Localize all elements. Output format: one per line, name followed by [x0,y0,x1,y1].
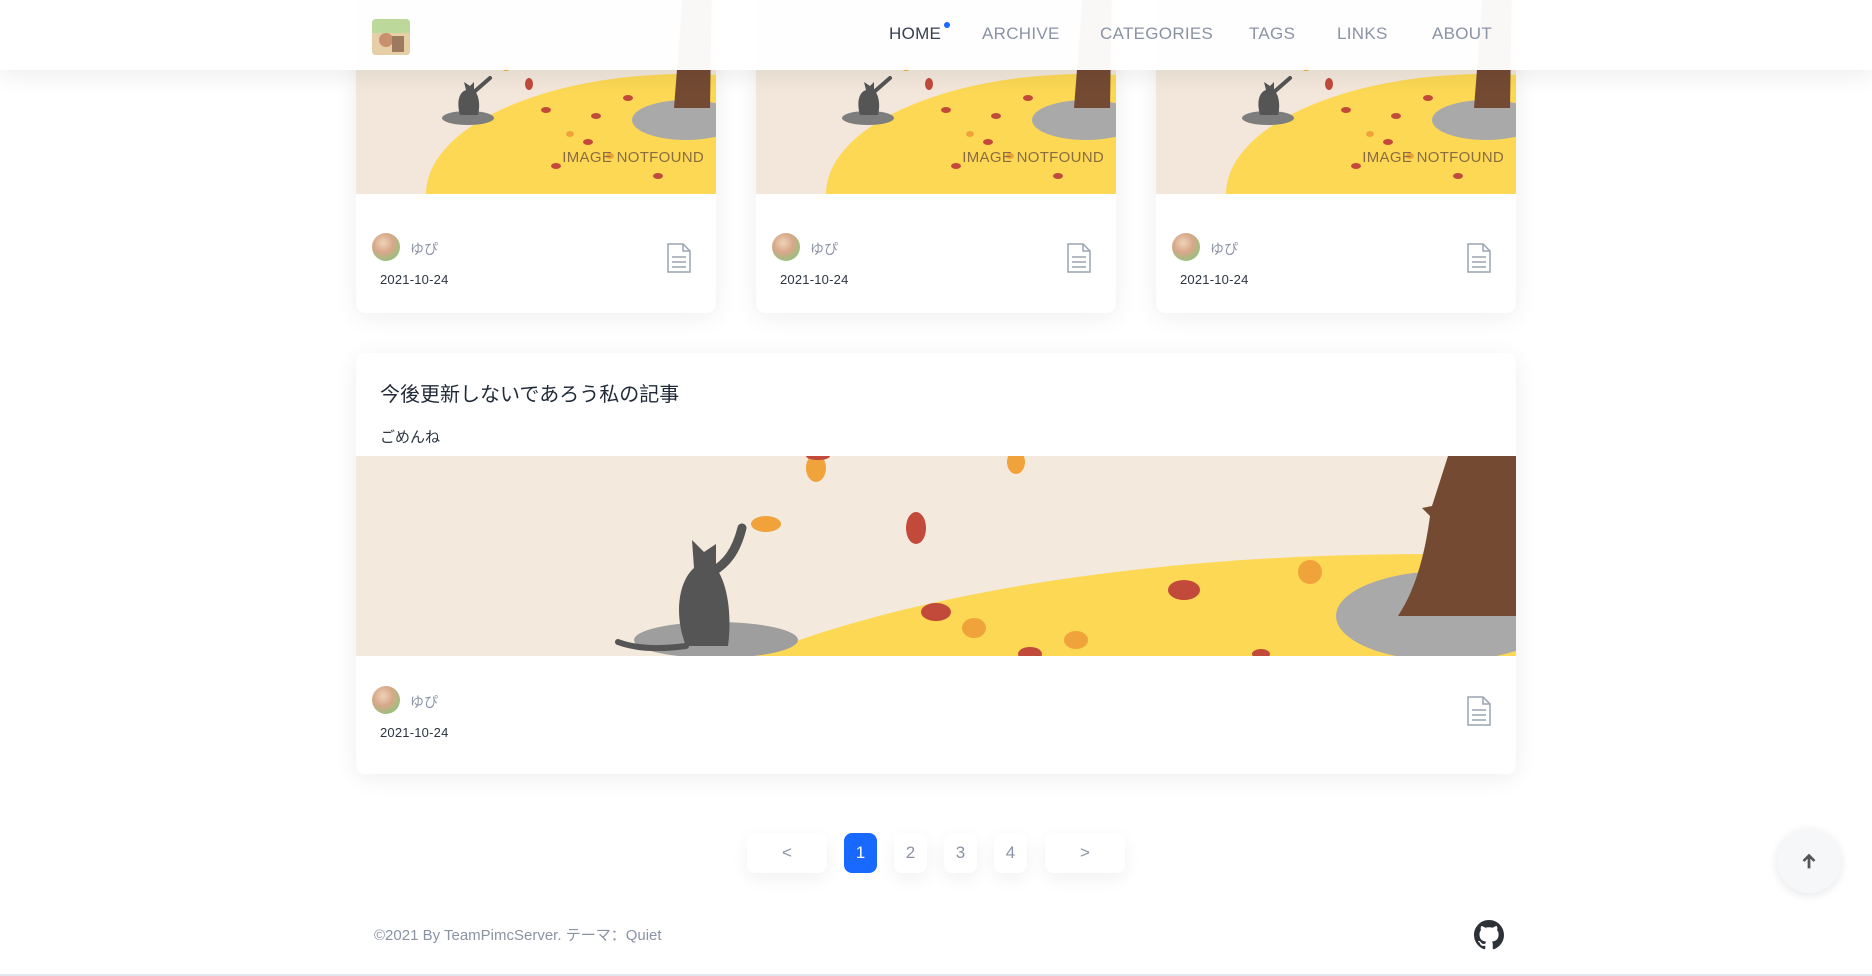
document-icon [1466,696,1492,726]
nav-about[interactable]: ABOUT [1432,24,1492,44]
author-avatar [372,233,400,261]
next-page-button[interactable]: > [1045,833,1125,873]
post-title[interactable]: 今後更新しないであろう私の記事 [380,378,679,407]
nav-categories[interactable]: CATEGORIES [1100,24,1213,44]
image-notfound-label: IMAGE NOTFOUND [1362,149,1504,166]
post-date: 2021-10-24 [380,725,449,740]
author-name[interactable]: ゆぴ [1210,239,1238,259]
site-logo[interactable] [372,19,410,55]
author-avatar [372,686,400,714]
nav-links[interactable]: LINKS [1337,24,1388,44]
footer-copyright: ©2021 By TeamPimcServer. テーマ：Quiet [374,927,662,944]
prev-page-button[interactable]: < [747,833,827,873]
arrow-up-icon [1802,853,1816,869]
nav-active-indicator [944,22,950,28]
nav-archive[interactable]: ARCHIVE [982,24,1060,44]
author-name[interactable]: ゆぴ [810,239,838,259]
document-icon [1466,243,1492,273]
page-2-button[interactable]: 2 [894,833,927,873]
author-name[interactable]: ゆぴ [410,692,438,712]
page-4-button[interactable]: 4 [994,833,1027,873]
nav-home[interactable]: HOME [889,24,941,44]
page-1-button[interactable]: 1 [844,833,877,873]
site-header: HOME ARCHIVE CATEGORIES TAGS LINKS ABOUT [0,0,1872,70]
page-3-button[interactable]: 3 [944,833,977,873]
post-cover-image[interactable] [356,456,1516,656]
image-notfound-label: IMAGE NOTFOUND [962,149,1104,166]
author-avatar [1172,233,1200,261]
document-icon [666,243,692,273]
document-icon [1066,243,1092,273]
post-date: 2021-10-24 [1180,272,1249,287]
github-icon[interactable] [1474,920,1504,950]
author-avatar [772,233,800,261]
back-to-top-button[interactable] [1777,829,1841,893]
image-notfound-label: IMAGE NOTFOUND [562,149,704,166]
featured-post-card[interactable]: 今後更新しないであろう私の記事 ごめんね ゆぴ 2021-10-24 [356,353,1516,774]
post-excerpt: ごめんね [380,429,441,446]
nav-tags[interactable]: TAGS [1249,24,1295,44]
post-date: 2021-10-24 [380,272,449,287]
author-name[interactable]: ゆぴ [410,239,438,259]
post-date: 2021-10-24 [780,272,849,287]
